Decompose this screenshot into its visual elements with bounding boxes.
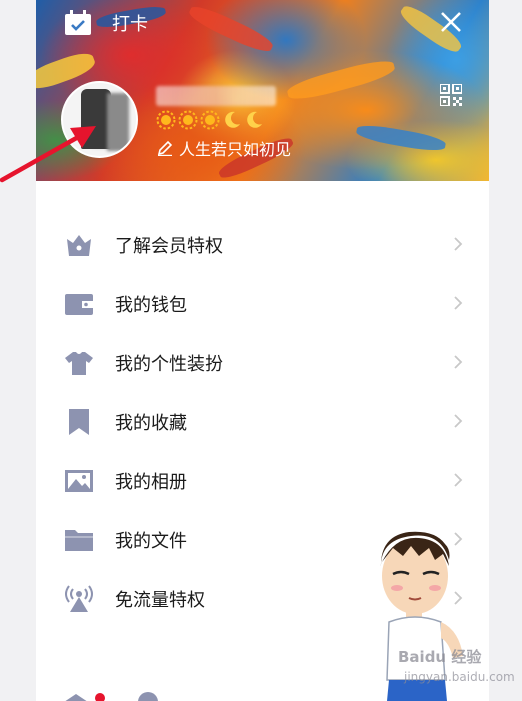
wallet-icon (65, 294, 93, 315)
chevron-right-icon (454, 414, 463, 428)
crown-icon (67, 235, 91, 256)
chevron-right-icon (454, 237, 463, 251)
signature[interactable]: 人生若只如初见 (157, 136, 291, 160)
menu-item-label: 我的收藏 (115, 412, 187, 434)
menu-item-label: 了解会员特权 (115, 235, 223, 257)
bookmark-icon (69, 409, 89, 435)
moon-icon (247, 111, 262, 128)
menu-item-label: 免流量特权 (115, 589, 205, 611)
menu-item-album[interactable]: 我的相册 (36, 451, 489, 510)
red-arrow-annotation (0, 126, 96, 183)
menu-item-label: 我的钱包 (115, 294, 187, 316)
watermark-url: jingyan.baidu.com (404, 670, 515, 684)
close-icon[interactable] (439, 10, 463, 34)
sun-icon (200, 110, 220, 130)
sun-icon (156, 110, 176, 130)
menu-item-personalize[interactable]: 我的个性装扮 (36, 333, 489, 392)
pencil-icon (157, 140, 173, 156)
chevron-right-icon (454, 473, 463, 487)
menu-item-label: 我的个性装扮 (115, 353, 223, 375)
chevron-right-icon (454, 296, 463, 310)
signature-text: 人生若只如初见 (179, 140, 292, 159)
nickname-blurred (156, 86, 276, 106)
checkin-label: 打卡 (112, 14, 148, 35)
menu-item-vip[interactable]: 了解会员特权 (36, 215, 489, 274)
tshirt-icon (65, 352, 93, 375)
menu-item-label: 我的相册 (115, 471, 187, 493)
menu-item-label: 我的文件 (115, 530, 187, 552)
sun-icon (178, 110, 198, 130)
folder-icon (65, 530, 93, 551)
qr-code-icon[interactable] (440, 84, 462, 106)
menu-item-wallet[interactable]: 我的钱包 (36, 274, 489, 333)
calendar-check-icon (65, 10, 91, 35)
moon-icon (225, 111, 240, 128)
watermark-brand: Baidu 经验 (398, 648, 482, 666)
antenna-icon (65, 585, 93, 612)
chevron-right-icon (454, 355, 463, 369)
level-badges (156, 110, 264, 130)
checkin-button[interactable]: 打卡 (64, 8, 148, 38)
image-icon (65, 470, 93, 492)
menu-item-favorites[interactable]: 我的收藏 (36, 392, 489, 451)
